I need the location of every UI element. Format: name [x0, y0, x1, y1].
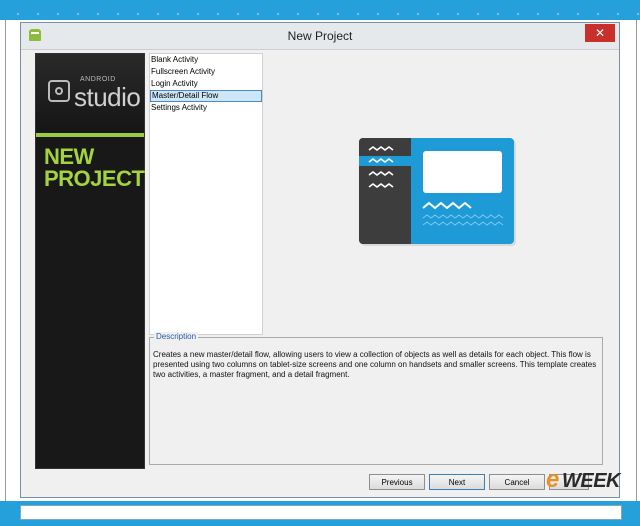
window-title: New Project — [287, 29, 353, 43]
activity-item-login[interactable]: Login Activity — [150, 78, 262, 90]
description-group: Description Creates a new master/detail … — [149, 332, 603, 465]
close-button[interactable]: ✕ — [585, 24, 615, 42]
activity-item-fullscreen[interactable]: Fullscreen Activity — [150, 66, 262, 78]
previous-button[interactable]: Previous — [369, 474, 425, 490]
bottom-decor-band — [0, 501, 640, 526]
title-bar: New Project ✕ — [21, 23, 619, 50]
activity-item-blank[interactable]: Blank Activity — [150, 54, 262, 66]
bottom-input-strip — [20, 505, 622, 520]
left-frame-strip — [0, 20, 6, 501]
eweek-watermark-logo: e WEEK — [546, 466, 636, 494]
cancel-button[interactable]: Cancel — [489, 474, 545, 490]
android-robot-icon — [48, 80, 70, 102]
watermark-week: WEEK — [562, 470, 621, 492]
template-preview-image — [359, 138, 516, 246]
logo-big-text: studio — [74, 82, 141, 112]
right-frame-strip — [636, 20, 640, 501]
heading-line-2: PROJECT — [44, 166, 145, 191]
studio-logo: ANDROID studio — [36, 54, 144, 130]
description-text: Creates a new master/detail flow, allowi… — [153, 350, 597, 379]
activity-item-settings[interactable]: Settings Activity — [150, 102, 262, 114]
brand-sidebar: ANDROID studio NEW PROJECT — [35, 53, 145, 469]
description-legend: Description — [154, 332, 199, 341]
next-button[interactable]: Next — [429, 474, 485, 490]
top-decor-band — [0, 0, 640, 20]
new-project-dialog: New Project ✕ ANDROID studio NEW PROJECT… — [20, 22, 620, 498]
watermark-e: e — [546, 466, 560, 493]
activity-item-master-detail[interactable]: Master/Detail Flow — [150, 90, 262, 102]
green-divider — [36, 133, 144, 137]
activity-template-list[interactable]: Blank Activity Fullscreen Activity Login… — [149, 53, 263, 335]
master-detail-preview-icon — [359, 138, 516, 246]
